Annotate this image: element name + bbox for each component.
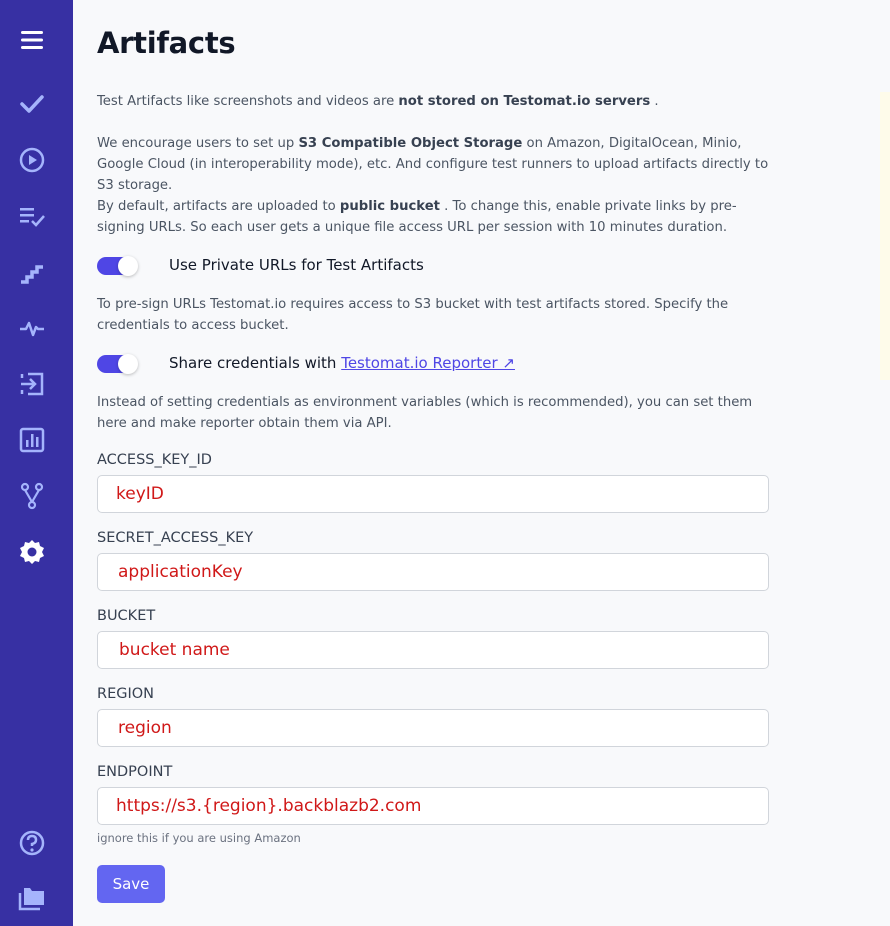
intro-bold: not stored on Testomat.io servers xyxy=(398,94,651,109)
bucket-label: BUCKET xyxy=(97,608,156,624)
steps-icon[interactable] xyxy=(16,256,48,288)
chart-icon[interactable] xyxy=(16,424,48,456)
default-bucket-text: By default, artifacts are uploaded to pu… xyxy=(97,196,769,238)
toggle-knob xyxy=(118,256,138,276)
endpoint-label: ENDPOINT xyxy=(97,764,173,780)
branch-icon[interactable] xyxy=(16,480,48,512)
toggle-knob xyxy=(118,354,138,374)
reporter-link[interactable]: Testomat.io Reporter ↗ xyxy=(341,354,515,372)
share-credentials-toggle[interactable] xyxy=(97,354,138,374)
encourage-prefix: We encourage users to set up xyxy=(97,136,299,151)
encourage-bold: S3 Compatible Object Storage xyxy=(298,136,523,151)
import-icon[interactable] xyxy=(16,368,48,400)
endpoint-input[interactable] xyxy=(97,787,769,825)
endpoint-hint: ignore this if you are using Amazon xyxy=(97,831,301,845)
save-button[interactable]: Save xyxy=(97,865,165,903)
secret-key-label: SECRET_ACCESS_KEY xyxy=(97,530,254,546)
folder-icon[interactable] xyxy=(16,882,48,914)
intro-text: Test Artifacts like screenshots and vide… xyxy=(97,91,769,112)
presign-text: To pre-sign URLs Testomat.io requires ac… xyxy=(97,297,729,333)
share-credentials-label: Share credentials with Testomat.io Repor… xyxy=(169,354,515,372)
play-icon[interactable] xyxy=(16,144,48,176)
bucket-input[interactable] xyxy=(97,631,769,669)
region-label: REGION xyxy=(97,686,155,702)
intro-prefix: Test Artifacts like screenshots and vide… xyxy=(97,94,399,109)
check-icon[interactable] xyxy=(16,88,48,120)
sidebar xyxy=(0,0,73,926)
private-urls-toggle[interactable] xyxy=(97,256,138,276)
right-panel-edge xyxy=(880,92,890,380)
access-key-label: ACCESS_KEY_ID xyxy=(97,452,212,468)
intro-suffix: . xyxy=(650,94,659,109)
encourage-text: We encourage users to set up S3 Compatib… xyxy=(97,133,769,196)
gear-icon[interactable] xyxy=(16,536,48,568)
help-icon[interactable] xyxy=(16,827,48,859)
pulse-icon[interactable] xyxy=(16,312,48,344)
env-text: Instead of setting credentials as enviro… xyxy=(97,395,753,431)
private-urls-label: Use Private URLs for Test Artifacts xyxy=(169,256,424,274)
menu-icon[interactable] xyxy=(16,24,48,56)
default-prefix: By default, artifacts are uploaded to xyxy=(97,199,340,214)
page-title: Artifacts xyxy=(97,26,236,60)
share-label-text: Share credentials with xyxy=(169,354,342,372)
access-key-input[interactable] xyxy=(97,475,769,513)
region-input[interactable] xyxy=(97,709,769,747)
list-check-icon[interactable] xyxy=(16,200,48,232)
secret-key-input[interactable] xyxy=(97,553,769,591)
default-bold: public bucket xyxy=(339,199,440,214)
